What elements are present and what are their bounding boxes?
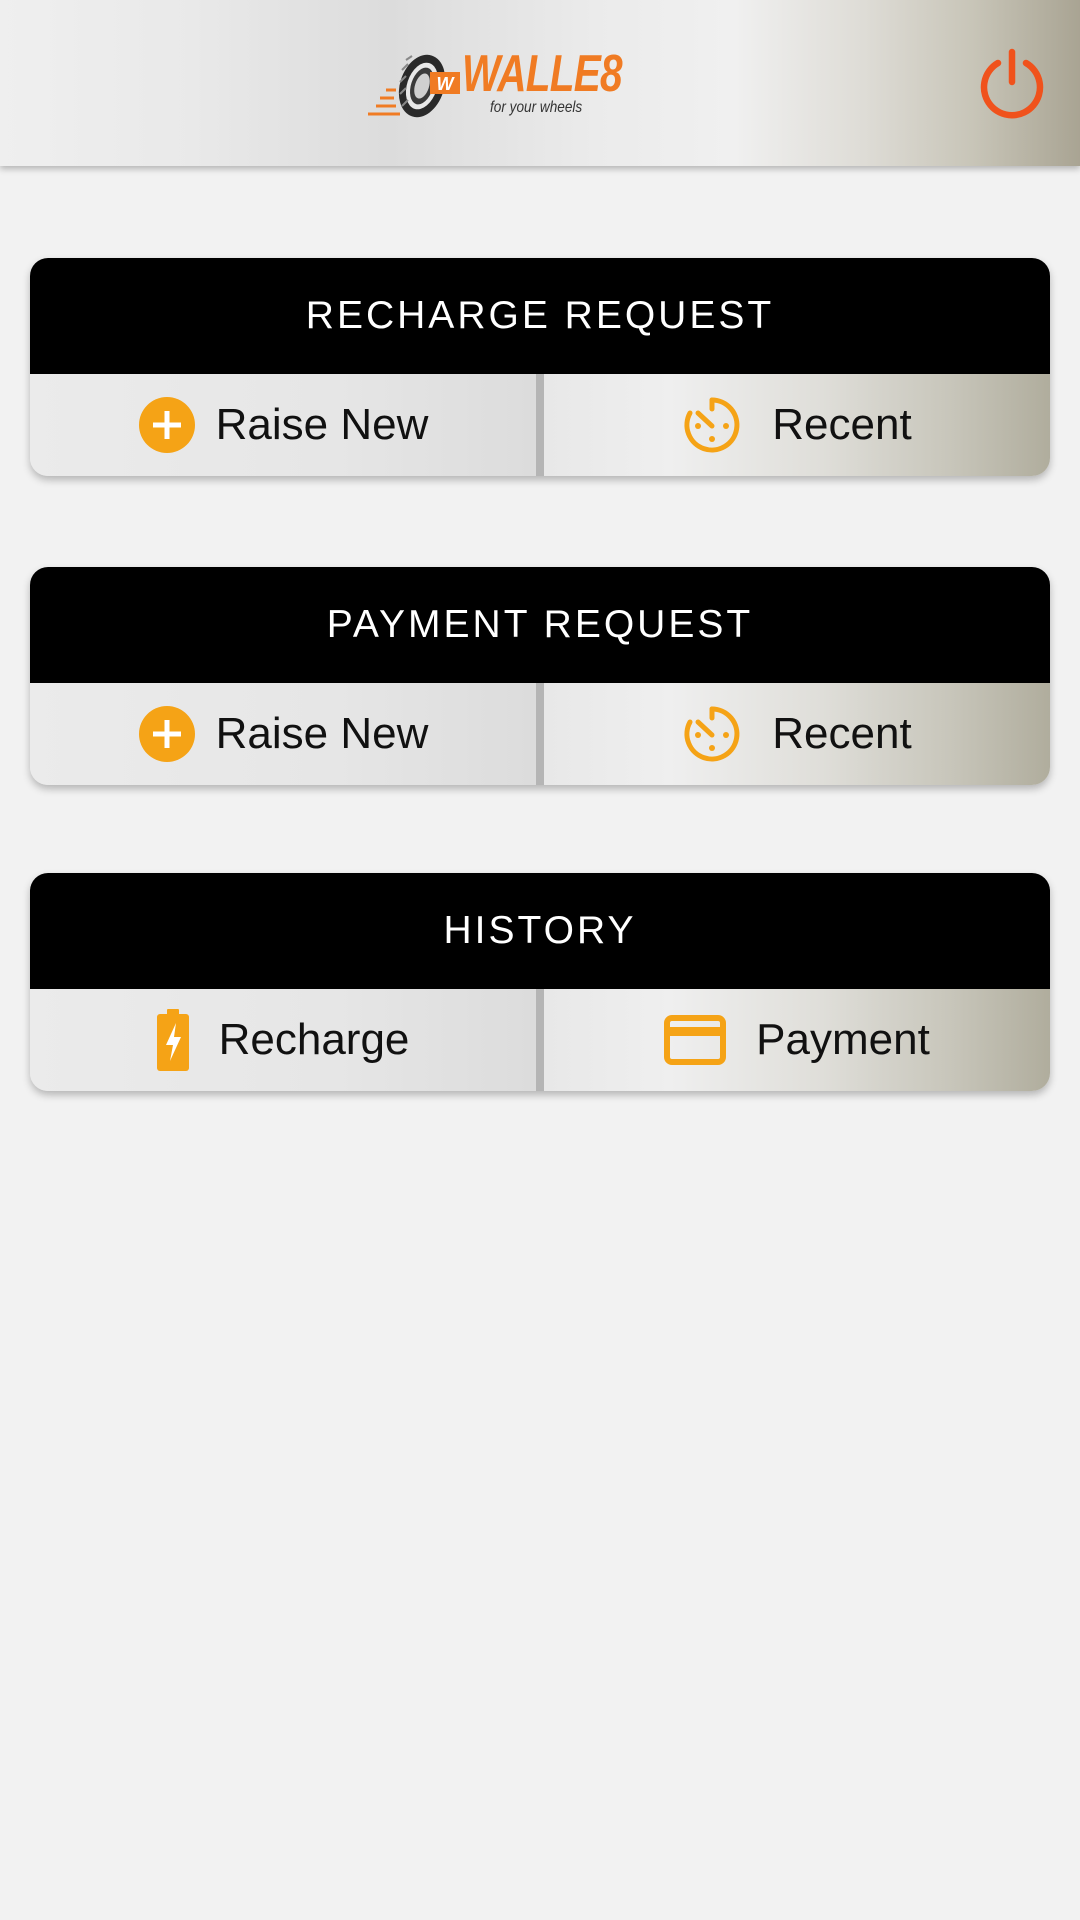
tire-logo-icon: W [368, 54, 460, 118]
card-actions: Raise New Recent [30, 374, 1050, 476]
divider [536, 374, 544, 476]
payment-request-card: PAYMENT REQUEST Raise New Recent [30, 567, 1050, 785]
payment-recent-button[interactable]: Recent [544, 683, 1050, 785]
recharge-request-card: RECHARGE REQUEST Raise New Recent [30, 258, 1050, 476]
divider [536, 683, 544, 785]
app-header: W WALLE8 for your wheels [0, 0, 1080, 166]
history-recharge-button[interactable]: Recharge [30, 989, 536, 1091]
divider [536, 989, 544, 1091]
card-title: RECHARGE REQUEST [30, 258, 1050, 374]
card-actions: Recharge Payment [30, 989, 1050, 1091]
recharge-raise-new-button[interactable]: Raise New [30, 374, 536, 476]
action-label: Recharge [218, 1015, 410, 1064]
add-circle-icon [138, 396, 196, 454]
history-timer-icon [682, 704, 742, 764]
credit-card-icon [664, 1015, 727, 1065]
action-label: Recent [772, 709, 912, 758]
power-icon [980, 48, 1044, 119]
card-actions: Raise New Recent [30, 683, 1050, 785]
history-card: HISTORY Recharge Payment [30, 873, 1050, 1091]
action-label: Raise New [215, 709, 429, 758]
action-label: Raise New [215, 400, 429, 449]
brand-tagline: for your wheels [490, 99, 583, 116]
action-label: Recent [772, 400, 912, 449]
history-timer-icon [682, 395, 742, 455]
brand-logo: W WALLE8 for your wheels [366, 48, 623, 126]
svg-text:W: W [437, 74, 456, 94]
battery-charging-icon [156, 1009, 189, 1071]
logout-button[interactable] [976, 48, 1048, 120]
action-label: Payment [756, 1015, 930, 1064]
brand-name: WALLE8 [462, 45, 623, 103]
add-circle-icon [138, 705, 196, 763]
card-title: HISTORY [30, 873, 1050, 989]
history-payment-button[interactable]: Payment [544, 989, 1050, 1091]
recharge-recent-button[interactable]: Recent [544, 374, 1050, 476]
card-title: PAYMENT REQUEST [30, 567, 1050, 683]
payment-raise-new-button[interactable]: Raise New [30, 683, 536, 785]
